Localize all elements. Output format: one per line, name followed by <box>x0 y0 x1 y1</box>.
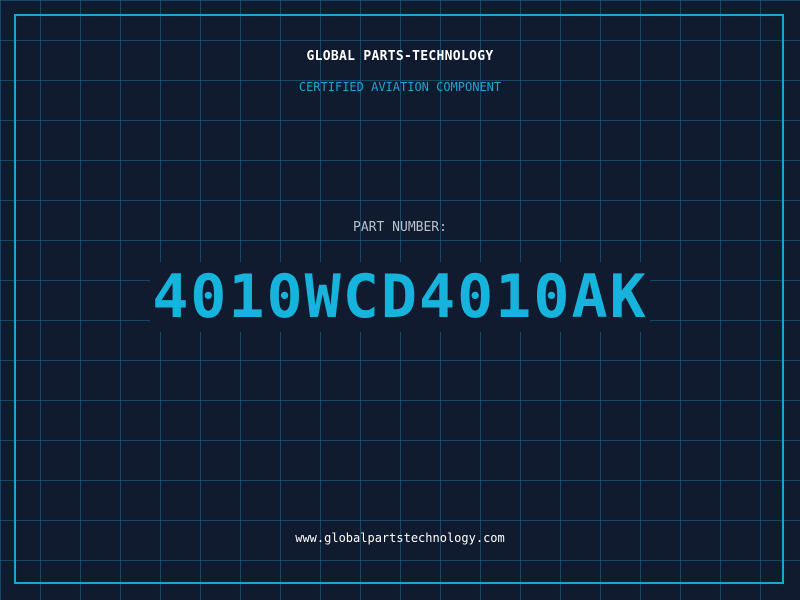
certification-subtitle: CERTIFIED AVIATION COMPONENT <box>298 80 502 94</box>
part-number-value: 4010WCD4010AK <box>150 262 650 332</box>
company-name: GLOBAL PARTS-TECHNOLOGY <box>306 49 494 64</box>
part-card: GLOBAL PARTS-TECHNOLOGY CERTIFIED AVIATI… <box>0 0 800 600</box>
part-number-label: PART NUMBER: <box>353 220 447 235</box>
website-url: www.globalpartstechnology.com <box>295 531 505 545</box>
part-number-container: 4010WCD4010AK <box>0 262 800 332</box>
